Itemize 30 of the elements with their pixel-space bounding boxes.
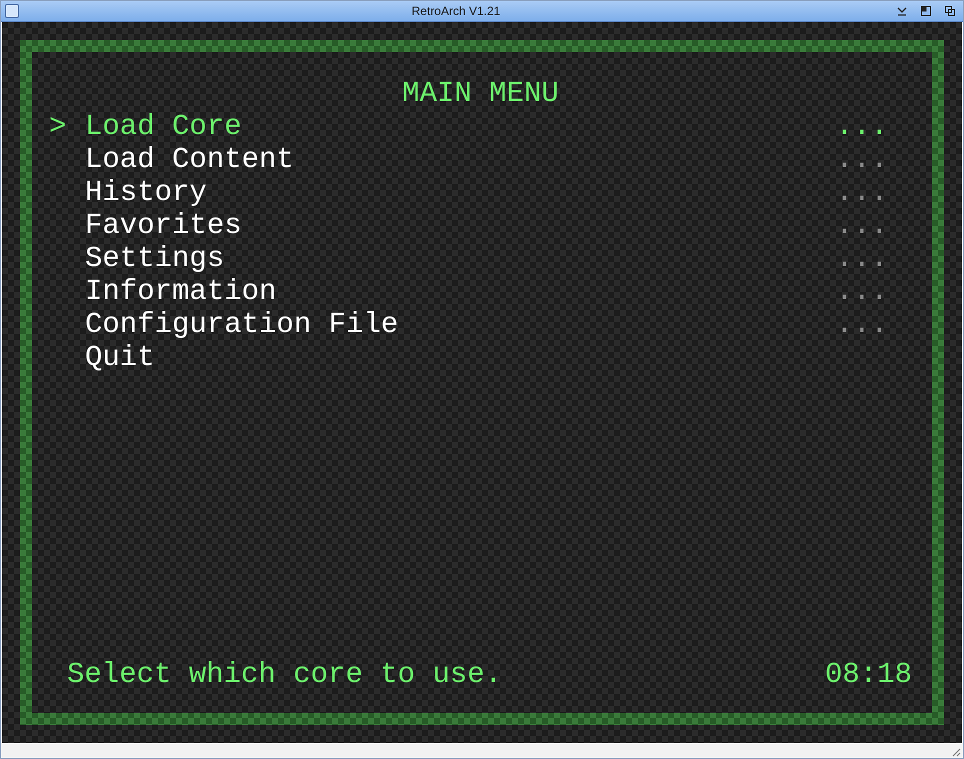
menu-item[interactable]: Configuration File ... [49,308,912,341]
window-menu-icon[interactable] [5,4,19,18]
menu-item-value: ... [836,308,888,341]
menu-item-value: ... [836,209,888,242]
help-text: Select which core to use. [67,658,502,691]
menu-item[interactable]: History ... [49,176,912,209]
menu-item-value: ... [836,242,888,275]
menu-title: MAIN MENU [402,77,559,110]
menu-item[interactable]: Load Content ... [49,143,912,176]
menu-item-label: Favorites [85,209,243,242]
menu-item-label: Quit [85,341,156,374]
menu-item[interactable]: > Load Core ... [49,110,912,143]
menu-item-label: Configuration File [85,308,400,341]
menu-item[interactable]: Settings ... [49,242,912,275]
menu-item-value: ... [836,275,888,308]
menu-item[interactable]: Favorites ... [49,209,912,242]
menu-item[interactable]: Information ... [49,275,912,308]
menu-item-label: Settings [85,242,226,275]
window-title: RetroArch V1.21 [410,3,502,20]
clock: 08:18 [824,658,912,691]
resize-grip-icon[interactable] [951,747,961,757]
menu-item-label: History [85,176,208,209]
menu-item-label: Load Content [85,143,295,176]
menu-item-label: Load Core [85,110,243,143]
menu-item-value: ... [836,176,888,209]
cursor-marker: > [49,110,66,143]
menu-item[interactable]: Quit [49,341,912,374]
menu-item-label: Information [85,275,278,308]
menu-item-value: ... [836,143,888,176]
menu-item-value: ... [836,110,888,143]
